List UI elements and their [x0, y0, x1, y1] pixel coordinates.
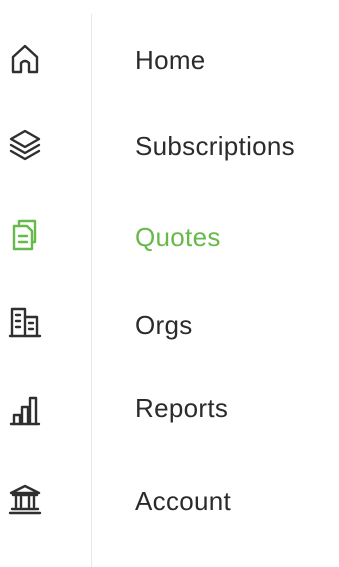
sidebar-item-label: Subscriptions	[135, 131, 295, 161]
sidebar-item-label: Quotes	[135, 222, 221, 252]
documents-icon	[8, 218, 42, 252]
bank-icon	[8, 482, 42, 516]
sidebar-item-label: Orgs	[135, 310, 193, 340]
sidebar-divider	[91, 14, 92, 567]
bar-chart-icon	[8, 393, 42, 427]
buildings-icon	[8, 305, 42, 339]
sidebar-item-label: Home	[135, 45, 206, 75]
sidebar-item-label: Reports	[135, 393, 229, 423]
sidebar-item-label: Account	[135, 486, 232, 516]
home-icon	[8, 42, 42, 76]
layers-icon	[8, 128, 42, 162]
sidebar-nav: Home Subscriptions Quotes Orgs Reports A…	[0, 0, 339, 567]
